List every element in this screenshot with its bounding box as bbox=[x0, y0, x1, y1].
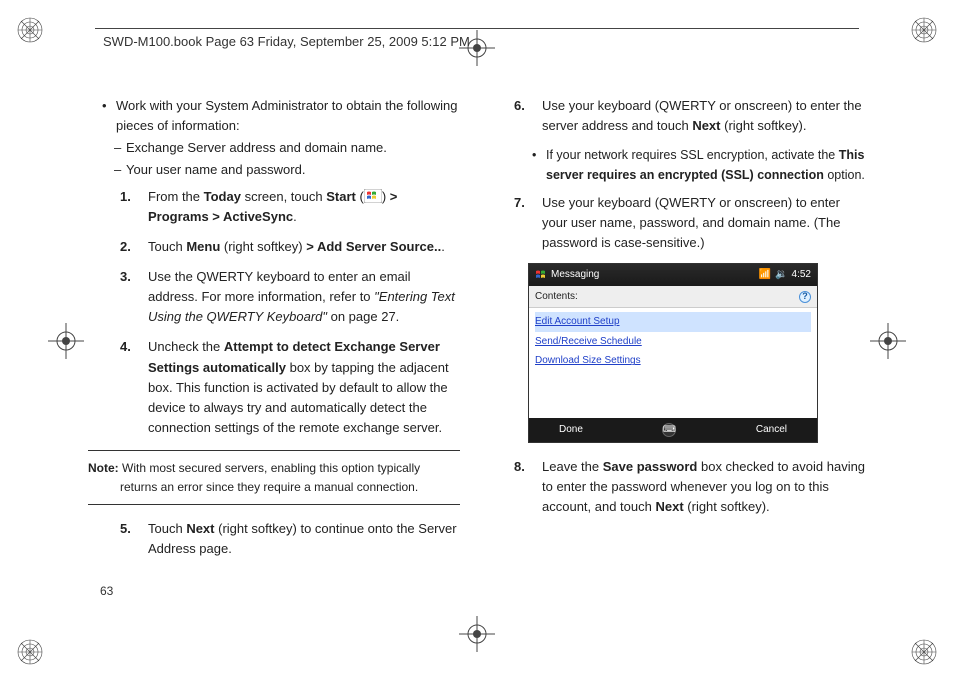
column-left: Work with your System Administrator to o… bbox=[88, 96, 460, 570]
body-text: Leave the bbox=[542, 459, 603, 474]
screenshot-softkeys: Done ⌨ Cancel bbox=[529, 418, 817, 442]
corner-ornament-icon bbox=[910, 638, 938, 666]
dash-exchange-address: Exchange Server address and domain name. bbox=[126, 138, 460, 158]
step-number: 6. bbox=[514, 96, 525, 116]
windows-flag-icon bbox=[535, 269, 547, 281]
screenshot-time: 4:52 bbox=[792, 267, 811, 283]
body-text: From the bbox=[148, 189, 204, 204]
bullet-ssl: If your network requires SSL encryption,… bbox=[546, 146, 868, 185]
body-text: Use your keyboard (QWERTY or onscreen) t… bbox=[542, 195, 840, 250]
screenshot-subheader: Contents: ? bbox=[529, 286, 817, 309]
body-text: ) bbox=[382, 189, 390, 204]
corner-ornament-icon bbox=[16, 16, 44, 44]
softkey-cancel: Cancel bbox=[756, 422, 787, 438]
body-text: . bbox=[441, 239, 445, 254]
dash-username-password: Your user name and password. bbox=[126, 160, 460, 180]
step-6: 6. Use your keyboard (QWERTY or onscreen… bbox=[542, 96, 868, 136]
note-label: Note: bbox=[88, 461, 119, 475]
register-mark-icon bbox=[459, 616, 495, 652]
step-5: 5. Touch Next (right softkey) to continu… bbox=[148, 519, 460, 559]
body-text: Next bbox=[655, 499, 683, 514]
step-number: 7. bbox=[514, 193, 525, 213]
step-number: 8. bbox=[514, 457, 525, 477]
register-mark-icon bbox=[870, 323, 906, 359]
body-text: > Add Server Source.. bbox=[306, 239, 441, 254]
body-text: Next bbox=[692, 118, 720, 133]
help-icon: ? bbox=[799, 291, 811, 303]
body-text: Start bbox=[326, 189, 356, 204]
note-rule bbox=[88, 504, 460, 505]
body-text: on page 27. bbox=[327, 309, 399, 324]
signal-icon: 📶 bbox=[759, 267, 771, 283]
body-text: (right softkey). bbox=[684, 499, 770, 514]
body-text: Use the QWERTY keyboard to enter an emai… bbox=[148, 269, 411, 304]
volume-icon: 🔉 bbox=[775, 267, 787, 283]
screenshot-link: Send/Receive Schedule bbox=[535, 332, 811, 352]
body-text: Uncheck the bbox=[148, 339, 224, 354]
embedded-screenshot: Messaging 📶 🔉 4:52 Contents: ? Edit Acco… bbox=[528, 263, 818, 443]
body-text: Next bbox=[186, 521, 214, 536]
body-text: Menu bbox=[186, 239, 220, 254]
header-stamp: SWD-M100.book Page 63 Friday, September … bbox=[103, 34, 470, 49]
corner-ornament-icon bbox=[16, 638, 44, 666]
step-number: 5. bbox=[120, 519, 131, 539]
body-text: If your network requires SSL encryption,… bbox=[546, 148, 839, 162]
step-7: 7. Use your keyboard (QWERTY or onscreen… bbox=[542, 193, 868, 253]
windows-start-icon bbox=[364, 189, 382, 203]
column-right: 6. Use your keyboard (QWERTY or onscreen… bbox=[496, 96, 868, 570]
body-text: . bbox=[293, 209, 297, 224]
body-text: Today bbox=[204, 189, 241, 204]
bullet-work-with-admin: Work with your System Administrator to o… bbox=[116, 96, 460, 181]
page-number: 63 bbox=[100, 584, 113, 598]
step-1: 1. From the Today screen, touch Start ()… bbox=[148, 187, 460, 227]
body-text: ( bbox=[356, 189, 364, 204]
body-text: Touch bbox=[148, 521, 186, 536]
body-text: screen, touch bbox=[241, 189, 326, 204]
body-text: Save password bbox=[603, 459, 698, 474]
step-8: 8. Leave the Save password box checked t… bbox=[542, 457, 868, 517]
step-4: 4. Uncheck the Attempt to detect Exchang… bbox=[148, 337, 460, 438]
body-text: option. bbox=[824, 168, 865, 182]
body-text: Touch bbox=[148, 239, 186, 254]
body-text: (right softkey). bbox=[721, 118, 807, 133]
keyboard-icon: ⌨ bbox=[662, 423, 676, 437]
softkey-done: Done bbox=[559, 422, 583, 438]
step-number: 2. bbox=[120, 237, 131, 257]
register-mark-icon bbox=[48, 323, 84, 359]
header-rule bbox=[95, 28, 859, 29]
body-text: Work with your System Administrator to o… bbox=[116, 98, 458, 133]
screenshot-link: Download Size Settings bbox=[535, 351, 811, 371]
note-block: Note: With most secured servers, enablin… bbox=[88, 455, 460, 500]
body-text: (right softkey) bbox=[220, 239, 306, 254]
step-number: 1. bbox=[120, 187, 131, 207]
screenshot-title: Messaging bbox=[551, 267, 599, 283]
step-number: 4. bbox=[120, 337, 131, 357]
screenshot-titlebar: Messaging 📶 🔉 4:52 bbox=[529, 264, 817, 286]
screenshot-subtitle: Contents: bbox=[535, 289, 578, 305]
screenshot-link: Edit Account Setup bbox=[535, 312, 811, 332]
document-page: SWD-M100.book Page 63 Friday, September … bbox=[0, 0, 954, 682]
step-3: 3. Use the QWERTY keyboard to enter an e… bbox=[148, 267, 460, 327]
step-number: 3. bbox=[120, 267, 131, 287]
screenshot-body: Edit Account Setup Send/Receive Schedule… bbox=[529, 308, 817, 418]
note-rule bbox=[88, 450, 460, 451]
note-body: With most secured servers, enabling this… bbox=[119, 461, 420, 494]
content-columns: Work with your System Administrator to o… bbox=[88, 96, 868, 570]
corner-ornament-icon bbox=[910, 16, 938, 44]
step-2: 2. Touch Menu (right softkey) > Add Serv… bbox=[148, 237, 460, 257]
